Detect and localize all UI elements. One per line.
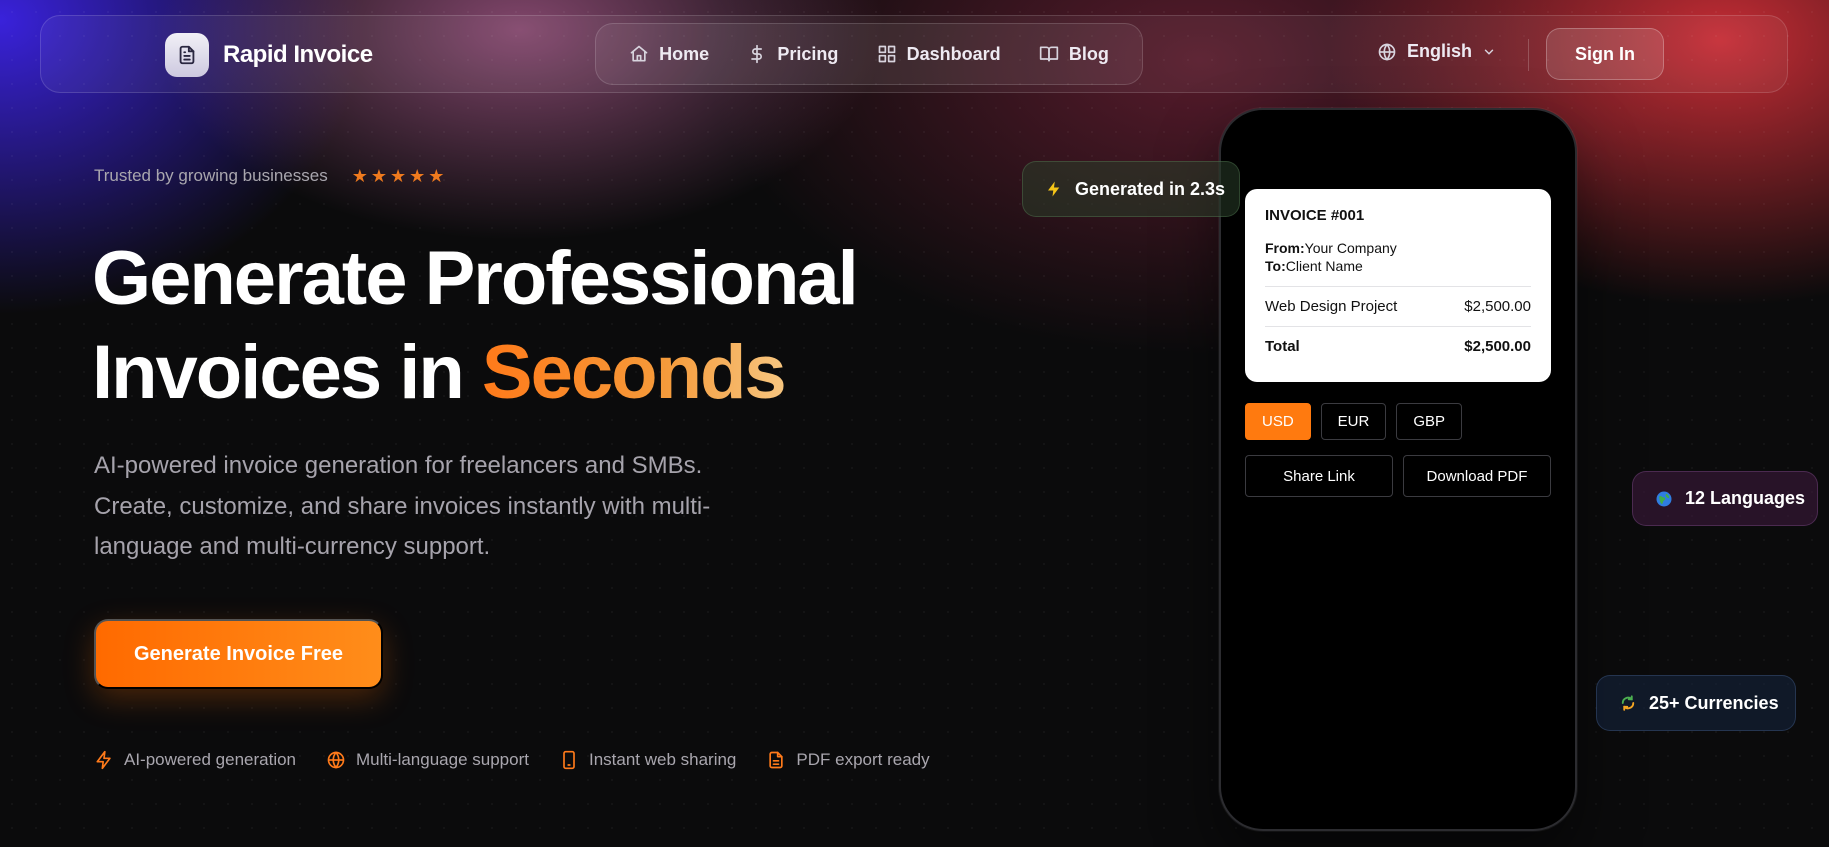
trusted-text: Trusted by growing businesses xyxy=(94,166,328,185)
star-icon: ★ xyxy=(428,166,445,186)
currency-eur-button[interactable]: EUR xyxy=(1320,403,1387,440)
invoice-divider xyxy=(1265,326,1531,327)
main-nav: Home Pricing Dashboard Blog xyxy=(595,23,1143,85)
from-label: From: xyxy=(1265,240,1305,256)
rating-stars: ★ ★ ★ ★ ★ xyxy=(352,167,445,185)
generate-invoice-button[interactable]: Generate Invoice Free xyxy=(94,619,383,689)
home-icon xyxy=(630,45,648,62)
nav-dashboard-label: Dashboard xyxy=(906,43,1001,64)
invoice-divider xyxy=(1265,286,1531,287)
nav-home-label: Home xyxy=(659,43,710,64)
nav-pricing-label: Pricing xyxy=(777,43,839,64)
headline-accent: Seconds xyxy=(481,330,787,415)
nav-blog-label: Blog xyxy=(1068,43,1109,64)
nav-dashboard[interactable]: Dashboard xyxy=(877,44,1001,65)
line-item-description: Web Design Project xyxy=(1265,298,1398,315)
invoice-title: INVOICE #001 xyxy=(1265,207,1365,224)
brand[interactable]: Rapid Invoice xyxy=(165,33,373,77)
book-icon xyxy=(1039,46,1059,62)
nav-divider xyxy=(1528,39,1529,71)
chevron-down-icon xyxy=(1484,49,1494,55)
globe-icon xyxy=(1378,42,1396,61)
currencies-badge: 25+ Currencies xyxy=(1596,675,1796,731)
to-label: To: xyxy=(1265,258,1286,274)
nav-pricing[interactable]: Pricing xyxy=(747,44,838,65)
headline-line-1: Generate Professional xyxy=(92,236,859,321)
to-value: Client Name xyxy=(1285,258,1363,274)
bolt-icon xyxy=(96,750,111,770)
line-item-amount: $2,500.00 xyxy=(1464,298,1531,315)
nav-home[interactable]: Home xyxy=(629,44,709,65)
feature-label: Multi-language support xyxy=(356,750,529,769)
invoice-to: To:Client Name xyxy=(1265,257,1531,275)
trust-bar: Trusted by growing businesses ★ ★ ★ ★ ★ xyxy=(94,166,444,186)
feature-item: Instant web sharing xyxy=(559,750,736,770)
globe-icon xyxy=(1656,491,1672,506)
feature-label: PDF export ready xyxy=(796,750,930,769)
invoice-actions: Share Link Download PDF xyxy=(1245,455,1551,497)
feature-item: AI-powered generation xyxy=(94,750,296,770)
languages-label: 12 Languages xyxy=(1685,488,1806,508)
total-label: Total xyxy=(1265,338,1300,355)
nav-blog[interactable]: Blog xyxy=(1039,44,1109,65)
brand-name: Rapid Invoice xyxy=(223,41,373,68)
top-navbar: Rapid Invoice Home Pricing Dashboard Blo… xyxy=(40,15,1788,93)
currency-gbp-button[interactable]: GBP xyxy=(1396,403,1463,440)
sign-in-button[interactable]: Sign In xyxy=(1546,28,1664,80)
feature-list: AI-powered generation Multi-language sup… xyxy=(94,750,930,770)
invoice-line-item: Web Design Project $2,500.00 xyxy=(1265,298,1531,315)
star-icon: ★ xyxy=(351,166,368,186)
document-icon xyxy=(165,33,209,77)
file-icon xyxy=(769,751,784,769)
language-selector[interactable]: English xyxy=(1377,41,1496,62)
total-amount: $2,500.00 xyxy=(1464,338,1531,355)
star-icon: ★ xyxy=(390,166,407,186)
feature-label: AI-powered generation xyxy=(124,750,297,769)
currency-usd-button[interactable]: USD xyxy=(1245,403,1311,440)
language-label: English xyxy=(1407,41,1473,61)
currencies-label: 25+ Currencies xyxy=(1649,692,1779,713)
phone-icon xyxy=(563,750,575,770)
bolt-icon xyxy=(1048,181,1060,197)
dollar-icon xyxy=(751,44,763,64)
globe-icon xyxy=(327,751,345,769)
feature-item: PDF export ready xyxy=(766,750,930,770)
invoice-from: From:Your Company xyxy=(1265,239,1531,257)
generated-time-label: Generated in 2.3s xyxy=(1075,178,1226,199)
exchange-icon xyxy=(1621,695,1635,711)
feature-item: Multi-language support xyxy=(326,750,529,770)
download-pdf-button[interactable]: Download PDF xyxy=(1403,455,1551,497)
generated-time-badge: Generated in 2.3s xyxy=(1022,161,1240,217)
share-link-button[interactable]: Share Link xyxy=(1245,455,1393,497)
dashboard-icon xyxy=(878,45,895,63)
currency-selector: USD EUR GBP xyxy=(1245,403,1463,440)
star-icon: ★ xyxy=(370,166,387,186)
feature-label: Instant web sharing xyxy=(588,750,737,769)
star-icon: ★ xyxy=(409,166,426,186)
from-value: Your Company xyxy=(1304,240,1397,256)
headline-line-2: Invoices in xyxy=(92,330,482,415)
invoice-preview: INVOICE #001 From:Your Company To:Client… xyxy=(1245,189,1551,382)
hero-headline: Generate Professional Invoices in Second… xyxy=(92,232,859,420)
invoice-total-row: Total $2,500.00 xyxy=(1265,338,1531,355)
languages-badge: 12 Languages xyxy=(1632,471,1818,526)
hero-subtitle: AI-powered invoice generation for freela… xyxy=(94,452,711,560)
